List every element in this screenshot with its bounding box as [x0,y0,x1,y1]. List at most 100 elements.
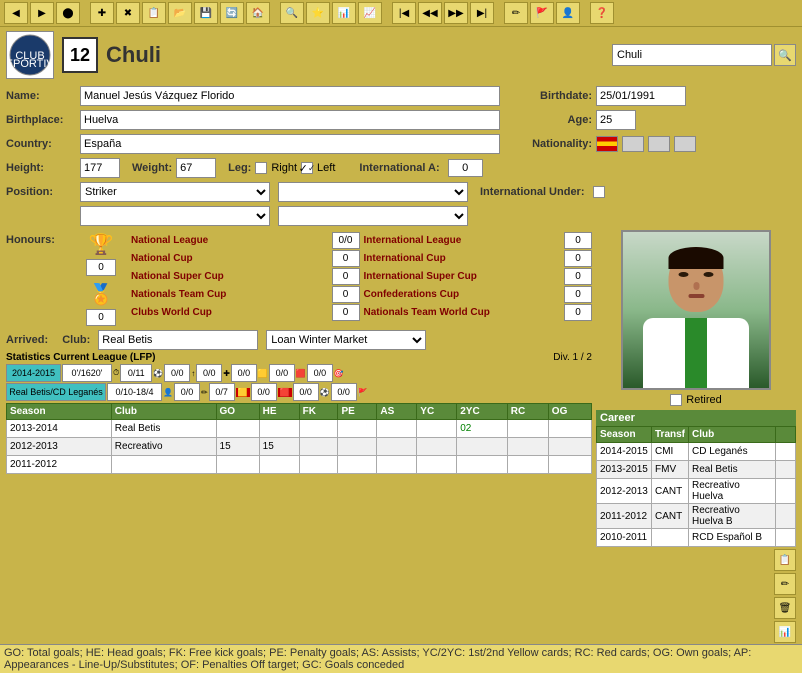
toolbar-btn-help[interactable]: ❓ [590,2,614,24]
hon-val-r3[interactable] [564,286,592,303]
toolbar-btn-copy[interactable]: 📋 [142,2,166,24]
toolbar-btn-filter[interactable]: 🔍 [280,2,304,24]
toolbar-btn-graph[interactable]: 📈 [358,2,382,24]
toolbar-btn-forward[interactable]: ▶ [30,2,54,24]
country-input[interactable] [80,134,500,154]
toolbar-btn-open[interactable]: 📂 [168,2,192,24]
hon-val-4[interactable] [332,304,360,321]
toolbar-btn-chart[interactable]: 📊 [332,2,356,24]
toolbar-btn-last[interactable]: ▶| [470,2,494,24]
hon-val-0[interactable] [332,232,360,249]
stat-season-2014: 2014-2015 [6,364,61,382]
col-fk: FK [299,404,338,420]
toolbar-btn-home[interactable]: 🏠 [246,2,270,24]
career-add-btn[interactable]: 📋 [774,549,796,571]
career-edit-btn[interactable]: ✏ [774,573,796,595]
row2-as [377,456,417,474]
stats-header: Statistics Current League (LFP) [6,352,155,363]
name-input[interactable] [80,86,500,106]
career-club-0: CD Leganés [689,443,776,461]
hon-val-r0[interactable] [564,232,592,249]
position-select2[interactable] [278,182,468,202]
toolbar-btn-add[interactable]: ✚ [90,2,114,24]
col-club: Club [111,404,216,420]
toolbar-btn-flag[interactable]: 🚩 [530,2,554,24]
hon-val-r2[interactable] [564,268,592,285]
sub-position-select1[interactable] [80,206,270,226]
search-input[interactable] [612,44,772,66]
toolbar-btn-first[interactable]: |◀ [392,2,416,24]
retired-checkbox[interactable] [670,394,682,406]
person-icon: 👤 [163,388,173,397]
row1-yc [417,438,457,456]
club-input[interactable] [98,330,258,350]
position-select[interactable]: Striker [80,182,270,202]
toolbar-btn-next[interactable]: ▶▶ [444,2,468,24]
toolbar-btn-back[interactable]: ◀ [4,2,28,24]
weight-input[interactable] [176,158,216,178]
right-side: Retired Career Season Transf Club 2014-2… [596,230,796,643]
header-row: CLUB DEPORTIVO 12 Chuli 🔍 [0,27,802,83]
intl-under-checkbox[interactable] [593,186,605,198]
age-input[interactable] [596,110,636,130]
retired-row: Retired [670,394,721,406]
height-input[interactable] [80,158,120,178]
row1-he: 15 [259,438,299,456]
nat-box-2 [648,136,670,152]
hon-val-r1[interactable] [564,250,592,267]
career-actions-0 [776,443,796,461]
col-season: Season [7,404,112,420]
toolbar-btn-delete[interactable]: ✖ [116,2,140,24]
club-label: Club: [62,334,90,346]
career-stats-btn[interactable]: 📊 [774,621,796,643]
row2-yc [417,456,457,474]
rcard-icon: 🟥 [278,388,292,397]
cross-icon: ✚ [223,369,230,378]
row0-og [548,420,591,438]
hon-name-3: Nationals Team Cup [131,289,330,300]
col-yc: YC [417,404,457,420]
market-select[interactable]: Loan Winter Market [266,330,426,350]
toolbar-btn-refresh[interactable]: 🔄 [220,2,244,24]
career-row-4: 2010-2011 RCD Español B [597,529,796,547]
row1-2yc [457,438,508,456]
legend: GO: Total goals; HE: Head goals; FK: Fre… [0,644,802,673]
row1-fk [299,438,338,456]
birthplace-input[interactable] [80,110,500,130]
search-button[interactable]: 🔍 [774,44,796,66]
career-season-3: 2011-2012 [597,504,652,529]
honours-section: Honours: 🏆 🏅 National League Nationa [6,230,592,328]
row2-go [216,456,259,474]
card1-icon: 🟨 [258,369,268,378]
toolbar-btn-prev[interactable]: ◀◀ [418,2,442,24]
toolbar-btn-record[interactable]: ⬤ [56,2,80,24]
hon-val-1[interactable] [332,250,360,267]
right-checkbox[interactable] [255,162,267,174]
birthplace-label: Birthplace: [6,114,76,126]
flag-icon [596,136,618,152]
row0-he [259,420,299,438]
birthdate-input[interactable] [596,86,686,106]
intl-a-input[interactable] [448,159,483,177]
table-row: 2012-2013 Recreativo 15 15 [7,438,592,456]
toolbar-btn-edit[interactable]: ✏ [504,2,528,24]
birthplace-row: Birthplace: Age: [6,109,796,131]
hon-name-r1: International Cup [364,253,563,264]
hon-name-4: Clubs World Cup [131,307,330,318]
toolbar-btn-star[interactable]: ⭐ [306,2,330,24]
career-club-2: Recreativo Huelva [689,479,776,504]
hon-val-r4[interactable] [564,304,592,321]
toolbar-btn-save[interactable]: 💾 [194,2,218,24]
col-og: OG [548,404,591,420]
hon-val-3[interactable] [332,286,360,303]
col-as: AS [377,404,417,420]
sub-position-select2[interactable] [278,206,468,226]
hon-val-2[interactable] [332,268,360,285]
trophy-val-2[interactable] [86,309,116,326]
row0-fk [299,420,338,438]
toolbar-btn-person[interactable]: 👤 [556,2,580,24]
career-del-btn[interactable]: 🗑 [774,597,796,619]
left-checkbox[interactable]: ✓ [301,162,313,174]
trophy-val-1[interactable] [86,259,116,276]
hon-name-r2: International Super Cup [364,271,563,282]
